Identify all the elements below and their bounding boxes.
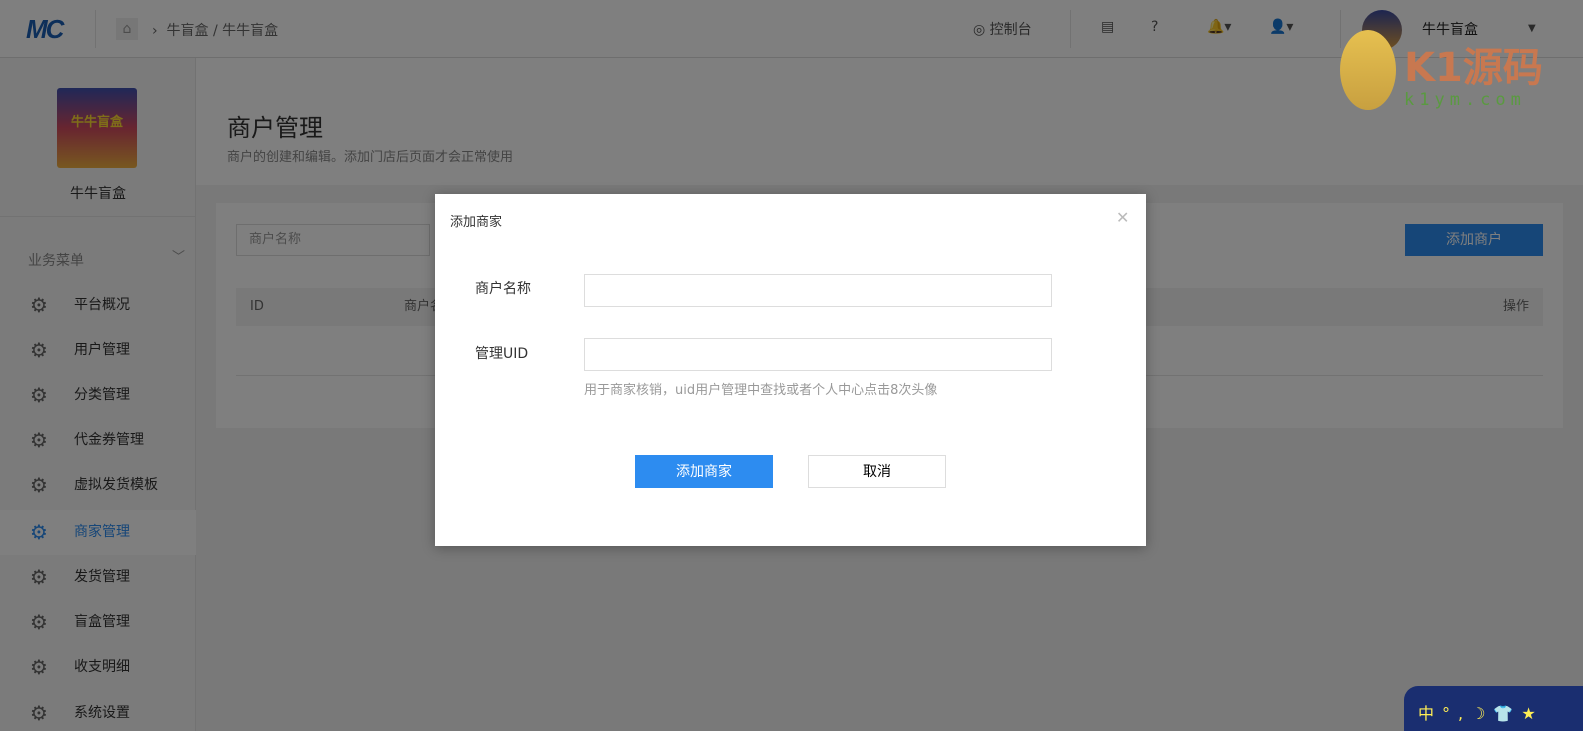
admin-uid-input[interactable] [584,338,1052,371]
close-icon[interactable]: ✕ [1116,208,1129,227]
add-merchant-submit-button[interactable]: 添加商家 [635,455,773,488]
watermark-url: k1ym.com [1404,90,1526,110]
cancel-button[interactable]: 取消 [808,455,946,488]
watermark-logo [1340,30,1396,110]
add-merchant-dialog: 添加商家 ✕ 商户名称 管理UID 用于商家核销，uid用户管理中查找或者个人中… [435,194,1146,546]
watermark: K1源码 k1ym.com [1340,30,1580,110]
dialog-title: 添加商家 [450,215,503,230]
watermark-text: K1源码 [1404,45,1543,91]
admin-uid-label: 管理UID [475,346,529,362]
merchant-name-input[interactable] [584,274,1052,307]
uid-hint: 用于商家核销，uid用户管理中查找或者个人中心点击8次头像 [584,383,938,398]
merchant-name-label: 商户名称 [475,281,531,297]
ime-toolbar[interactable]: 中°,☽👕★ [1404,686,1583,731]
